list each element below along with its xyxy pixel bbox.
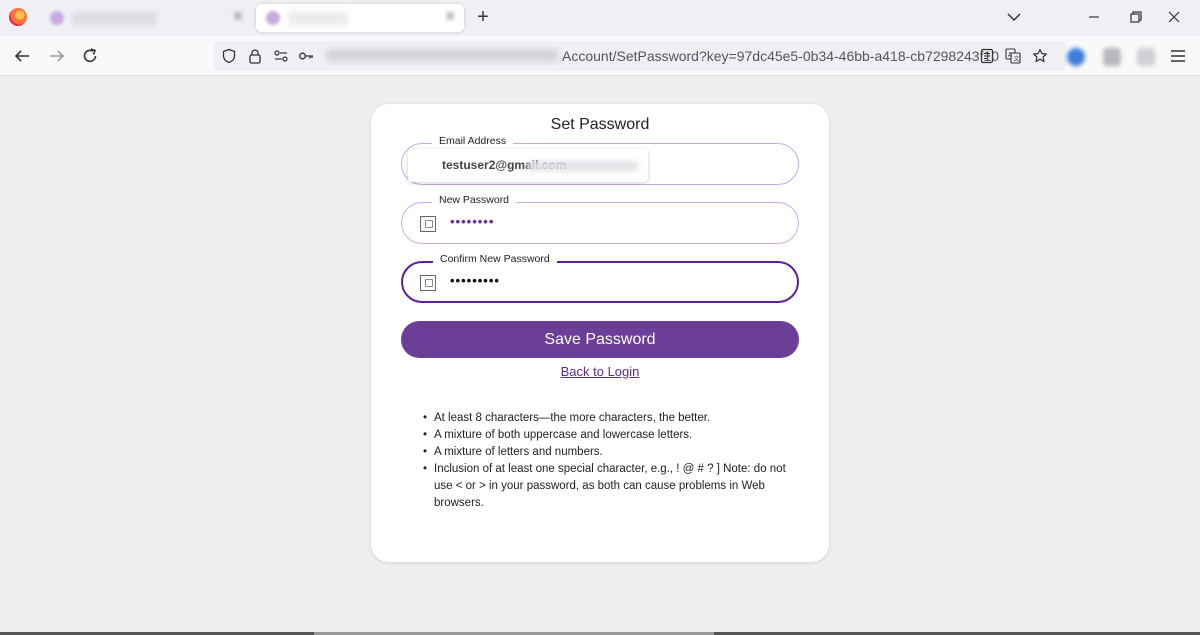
bookmark-star-icon[interactable] [1032,48,1048,64]
confirm-password-value: ••••••••• [450,273,500,288]
url-host-blurred [326,49,558,62]
tab-active[interactable]: ░░░░░░░ ✕ [256,4,464,32]
tab-inactive[interactable]: ░░░░░░░░░░ ✕ [40,4,252,32]
extension-icon[interactable] [1103,48,1121,66]
key-icon[interactable] [298,48,314,64]
save-password-button[interactable]: Save Password [401,321,799,358]
back-icon[interactable] [12,46,32,66]
back-to-login-link[interactable]: Back to Login [371,364,829,379]
rule-item: A mixture of both uppercase and lowercas… [423,427,793,444]
reload-icon[interactable] [80,46,100,66]
forward-icon[interactable] [47,46,67,66]
maximize-icon[interactable] [1125,6,1147,28]
shield-icon[interactable] [221,48,237,64]
email-label: Email Address [432,135,514,147]
new-password-value: •••••••• [450,214,495,229]
close-icon[interactable] [1163,6,1185,28]
rule-item: Inclusion of at least one special charac… [423,461,793,512]
tab-close-icon[interactable]: ✕ [232,8,244,25]
permissions-icon[interactable] [273,48,289,64]
page-title: Set Password [550,116,650,133]
url-text[interactable]: Account/SetPassword?key=97dc45e5-0b34-46… [562,48,999,64]
firefox-icon [9,8,27,26]
extension-icon[interactable] [1067,48,1085,66]
svg-text:文: 文 [1014,55,1020,63]
extension-icon[interactable] [1137,48,1155,66]
new-password-field[interactable]: New Password •••••••• [401,194,799,244]
list-tabs-icon[interactable] [1006,9,1022,25]
new-password-label: New Password [432,194,517,206]
tab-favicon-icon [50,11,64,25]
lock-icon[interactable] [247,48,263,64]
reader-view-icon[interactable] [979,48,995,64]
translate-icon[interactable]: A 文 [1005,48,1021,64]
confirm-password-field[interactable]: Confirm New Password ••••••••• [401,253,799,303]
set-password-card: Set Password Email Address testuser2@gma… [371,104,829,562]
rule-item: A mixture of letters and numbers. [423,444,793,461]
email-field[interactable]: Email Address testuser2@gmail.com [401,135,799,185]
confirm-password-label: Confirm New Password [433,253,557,265]
url-bar[interactable]: Account/SetPassword?key=97dc45e5-0b34-46… [214,41,1066,71]
tab-favicon-icon [266,11,280,25]
minimize-icon[interactable] [1083,6,1105,28]
tab-close-icon[interactable]: ✕ [444,8,456,25]
menu-icon[interactable] [1168,46,1188,66]
rule-item: At least 8 characters—the more character… [423,410,793,427]
password-manager-icon[interactable] [420,216,436,232]
tab-title-blurred: ░░░░░░░ [288,11,348,25]
email-blurred-text [528,161,638,171]
tab-bar: ░░░░░░░░░░ ✕ ░░░░░░░ ✕ + [0,0,1200,36]
email-autofill-box[interactable]: testuser2@gmail.com [408,149,648,182]
tab-title-blurred: ░░░░░░░░░░ [72,11,158,25]
password-rules-list: At least 8 characters—the more character… [423,410,793,512]
password-manager-icon[interactable] [420,275,436,291]
new-tab-button[interactable]: + [472,4,494,30]
navigation-bar: Account/SetPassword?key=97dc45e5-0b34-46… [0,36,1200,76]
